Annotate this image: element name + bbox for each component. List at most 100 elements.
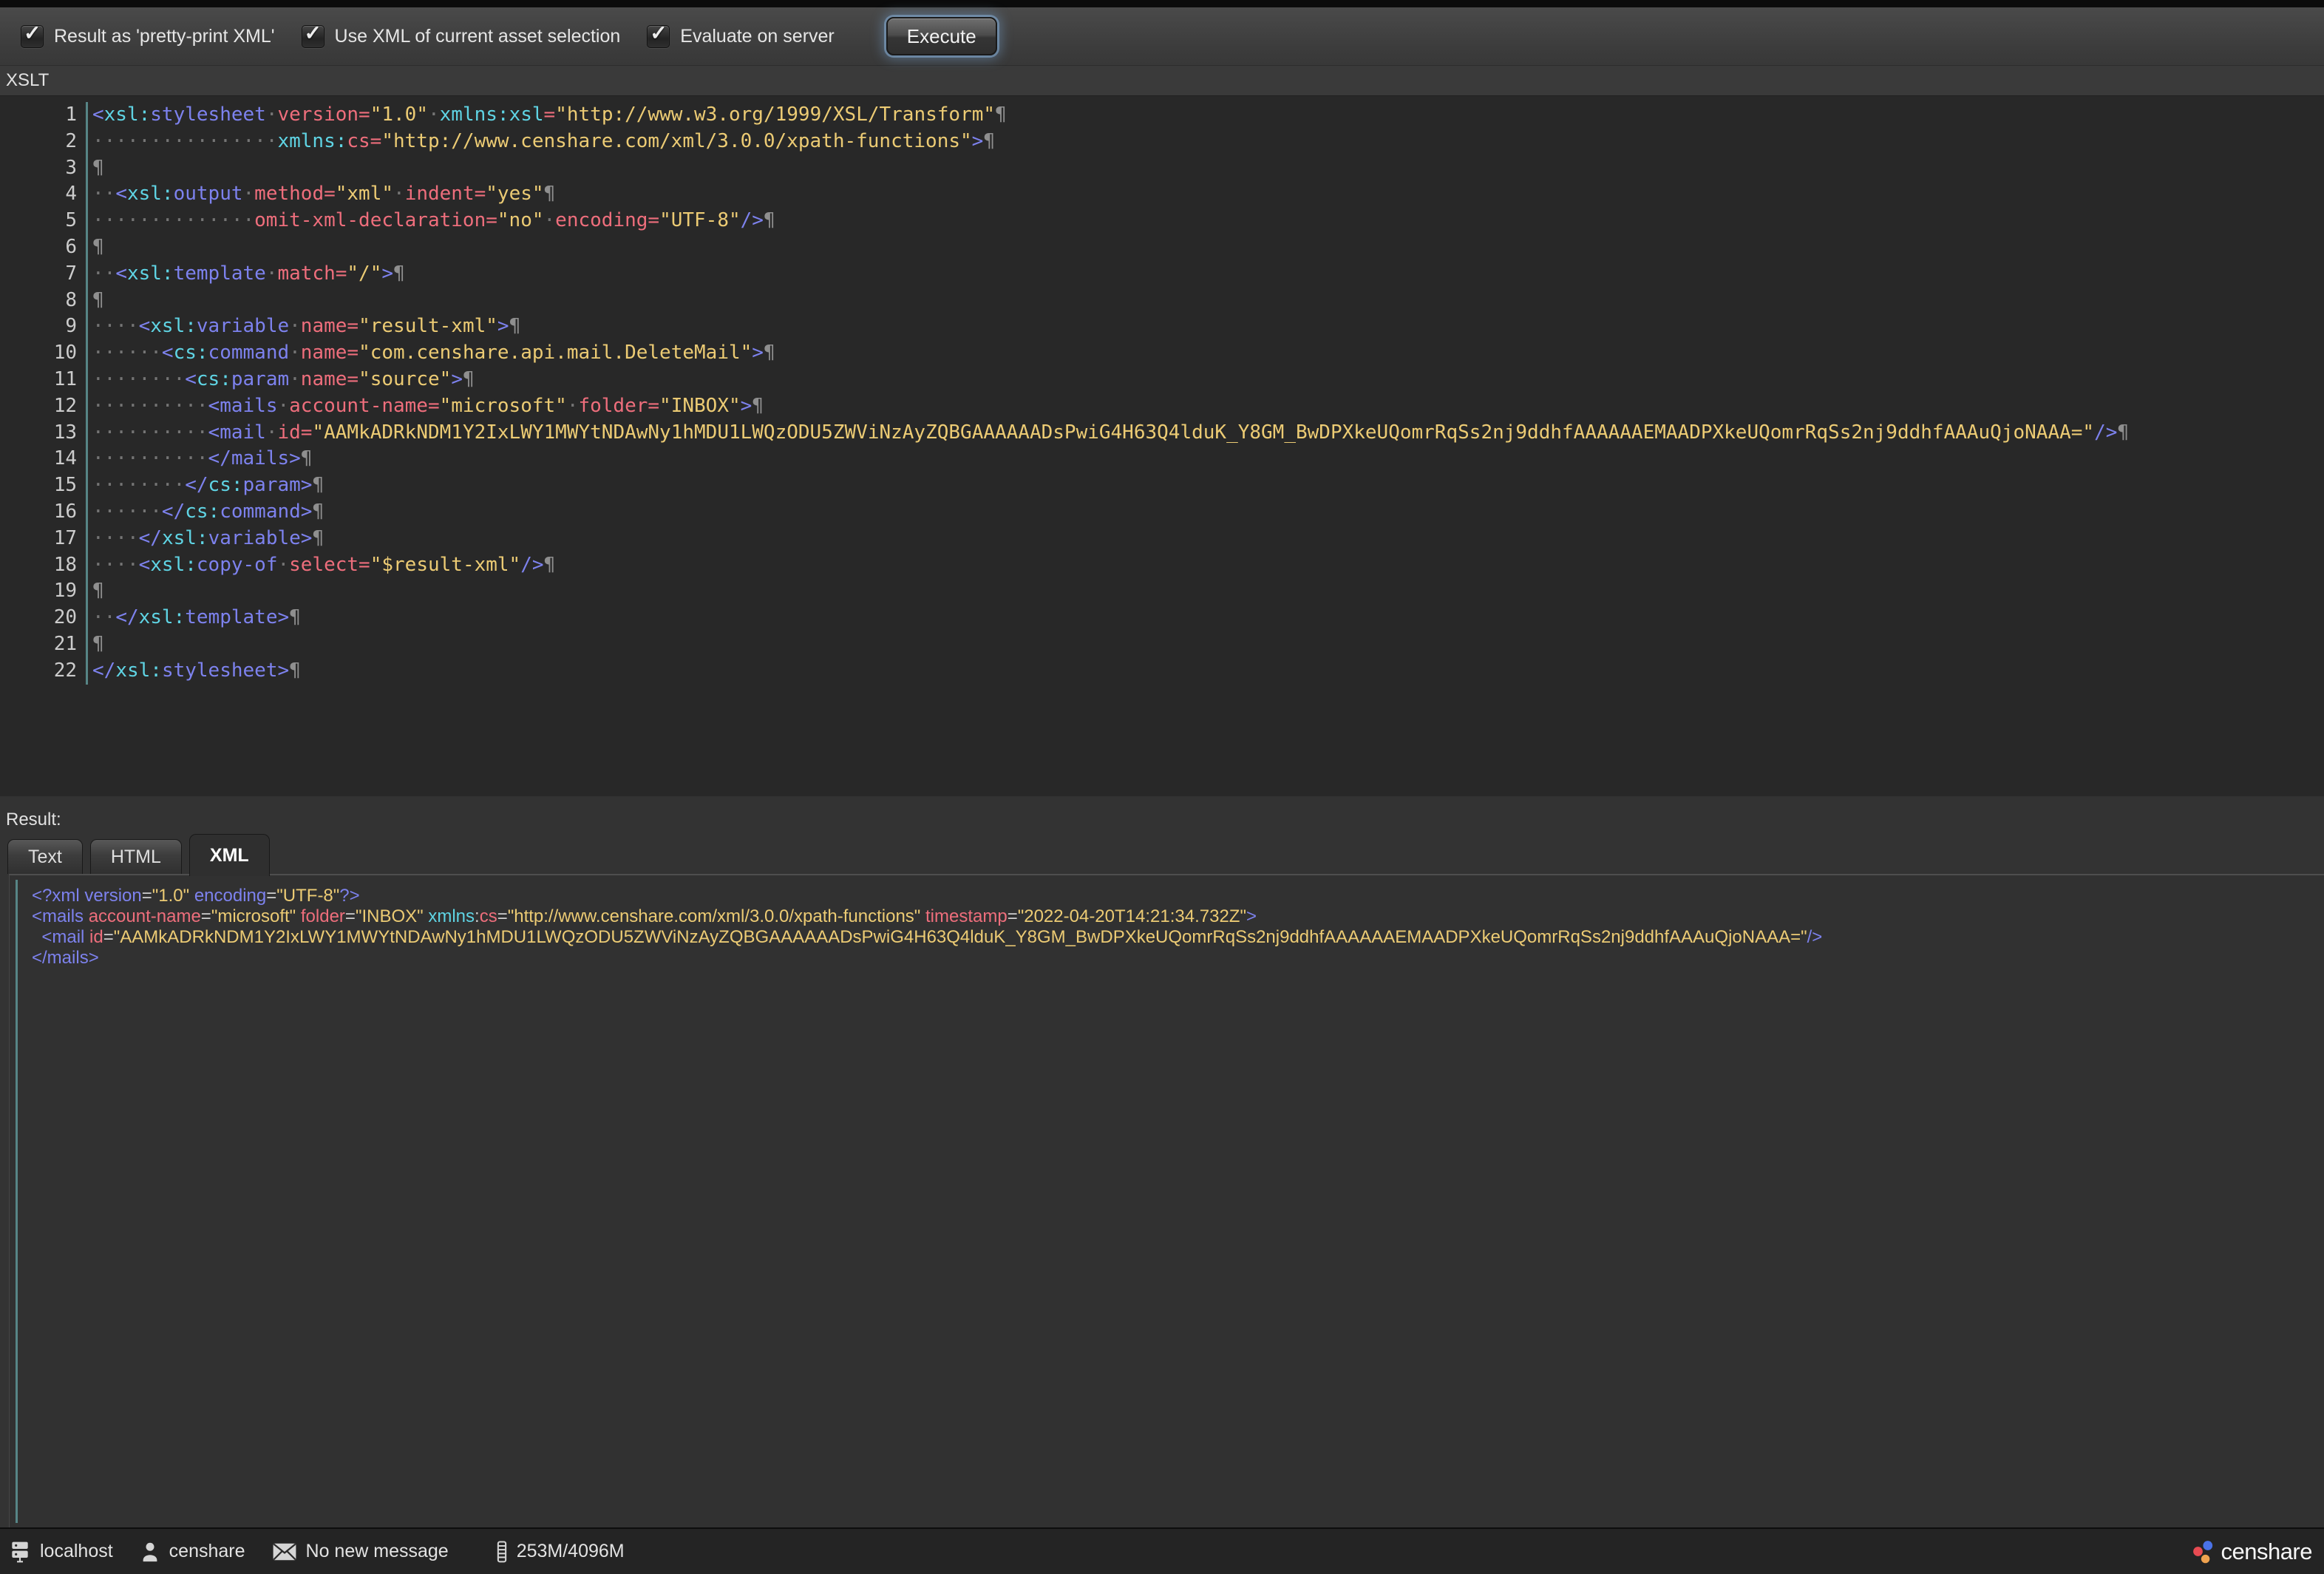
code-segment: "$result-xml" xyxy=(370,554,521,576)
editor-line-code: ··<xsl:template·match="/">¶ xyxy=(86,261,405,288)
code-segment: = xyxy=(1008,906,1018,926)
code-segment: </mails> xyxy=(32,948,99,968)
code-segment: ¶ xyxy=(463,368,475,390)
code-segment xyxy=(920,906,925,926)
code-segment: ·········· xyxy=(92,395,208,417)
code-segment: = xyxy=(201,906,211,926)
evaluate-server-label: Evaluate on server xyxy=(680,26,834,47)
line-number: 19 xyxy=(0,578,86,605)
code-segment: xmlns:xsl xyxy=(440,104,544,126)
editor-line-code: ¶ xyxy=(86,631,104,658)
code-segment: "AAMkADRkNDM1Y2IxLWY1MWYtNDAwNy1hMDU1LWQ… xyxy=(114,927,1807,947)
line-number: 14 xyxy=(0,446,86,472)
code-segment: ¶ xyxy=(92,580,104,602)
code-segment: stylesheet> xyxy=(162,659,289,682)
checkbox-group-use-xml[interactable]: ✓ Use XML of current asset selection xyxy=(302,25,621,48)
code-segment: param xyxy=(231,368,289,390)
editor-line: 21¶ xyxy=(0,631,2324,658)
editor-line: 20··</xsl:template>¶ xyxy=(0,605,2324,631)
execute-button[interactable]: Execute xyxy=(886,17,997,55)
code-segment: = xyxy=(345,906,356,926)
code-segment: xsl: xyxy=(139,606,186,628)
memory-icon xyxy=(496,1541,508,1563)
code-segment: · xyxy=(266,262,278,285)
code-segment: > xyxy=(752,342,764,364)
editor-line-code: ··</xsl:template>¶ xyxy=(86,605,301,631)
code-segment: ¶ xyxy=(289,606,301,628)
tab-text[interactable]: Text xyxy=(7,839,83,874)
code-segment: · xyxy=(289,368,301,390)
code-segment: < xyxy=(162,342,174,364)
code-segment: cs: xyxy=(185,501,220,523)
censhare-logo: censhare xyxy=(2192,1539,2312,1565)
code-segment: "INBOX" xyxy=(356,906,424,926)
editor-line-code: ··········<mail·id="AAMkADRkNDM1Y2IxLWY1… xyxy=(86,420,2129,447)
code-segment: ···· xyxy=(92,315,139,337)
code-segment: account-name= xyxy=(289,395,440,417)
editor-line: 1<xsl:stylesheet·version="1.0"·xmlns:xsl… xyxy=(0,102,2324,129)
code-segment: xmlns: xyxy=(277,130,347,152)
status-memory[interactable]: 253M/4096M xyxy=(496,1541,625,1563)
code-segment: ······ xyxy=(92,501,162,523)
tab-html[interactable]: HTML xyxy=(90,839,182,874)
code-segment: folder xyxy=(301,906,345,926)
window-top-strip xyxy=(0,0,2324,7)
result-line: <?xml version="1.0" encoding="UTF-8"?> xyxy=(32,886,2324,906)
line-number: 12 xyxy=(0,393,86,420)
code-segment: < xyxy=(139,315,151,337)
code-segment: "1.0" xyxy=(152,886,189,906)
code-segment: </ xyxy=(92,659,115,682)
code-segment xyxy=(32,927,41,947)
line-number: 7 xyxy=(0,261,86,288)
xslt-editor[interactable]: 1<xsl:stylesheet·version="1.0"·xmlns:xsl… xyxy=(0,95,2324,796)
tab-xml[interactable]: XML xyxy=(189,834,270,876)
editor-line: 4··<xsl:output·method="xml"·indent="yes"… xyxy=(0,181,2324,208)
code-segment: ¶ xyxy=(764,342,775,364)
code-segment: folder= xyxy=(578,395,659,417)
code-segment: name= xyxy=(301,368,359,390)
status-server-label: localhost xyxy=(40,1541,113,1562)
code-segment: name= xyxy=(301,315,359,337)
status-server[interactable]: localhost xyxy=(9,1540,113,1564)
status-user[interactable]: censhare xyxy=(140,1541,245,1563)
code-segment: ¶ xyxy=(312,501,324,523)
code-segment: <mail xyxy=(41,927,84,947)
code-segment: </ xyxy=(139,527,162,549)
code-segment: </mails> xyxy=(208,447,301,469)
code-segment: name= xyxy=(301,342,359,364)
code-segment: < xyxy=(185,368,197,390)
checkbox-group-pretty-print[interactable]: ✓ Result as 'pretty-print XML' xyxy=(21,25,275,48)
code-segment: ¶ xyxy=(995,104,1007,126)
line-number: 4 xyxy=(0,181,86,208)
code-segment: > xyxy=(741,395,752,417)
code-segment: · xyxy=(277,395,289,417)
editor-line-code: ····</xsl:variable>¶ xyxy=(86,526,324,552)
checkmark-icon: ✓ xyxy=(24,21,41,45)
line-number: 10 xyxy=(0,340,86,367)
code-segment: xsl: xyxy=(127,183,174,205)
code-segment: timestamp xyxy=(925,906,1008,926)
code-segment: · xyxy=(266,104,278,126)
code-segment: ················ xyxy=(92,130,277,152)
code-segment: variable xyxy=(197,315,289,337)
code-segment: ···· xyxy=(92,554,139,576)
code-segment: cs: xyxy=(208,474,243,496)
editor-line-code: ··············omit-xml-declaration="no"·… xyxy=(86,208,775,234)
line-number: 21 xyxy=(0,631,86,658)
line-number: 8 xyxy=(0,288,86,314)
pretty-print-checkbox[interactable]: ✓ xyxy=(21,25,44,48)
result-panel[interactable]: <?xml version="1.0" encoding="UTF-8"?> <m… xyxy=(9,874,2324,1527)
code-segment: ¶ xyxy=(2117,421,2129,444)
code-segment: stylesheet xyxy=(150,104,266,126)
use-xml-checkbox[interactable]: ✓ xyxy=(302,25,325,48)
code-segment: ¶ xyxy=(92,157,104,179)
code-segment: ¶ xyxy=(544,554,556,576)
editor-line: 19 ¶ xyxy=(0,578,2324,605)
code-segment: > xyxy=(497,315,509,337)
evaluate-server-checkbox[interactable]: ✓ xyxy=(647,25,670,48)
result-accent-line xyxy=(16,880,18,1523)
editor-line-code: ······<cs:command·name="com.censhare.api… xyxy=(86,340,775,367)
checkbox-group-evaluate-server[interactable]: ✓ Evaluate on server xyxy=(647,25,834,48)
code-segment: "1.0" xyxy=(370,104,428,126)
status-message[interactable]: No new message xyxy=(272,1541,449,1562)
